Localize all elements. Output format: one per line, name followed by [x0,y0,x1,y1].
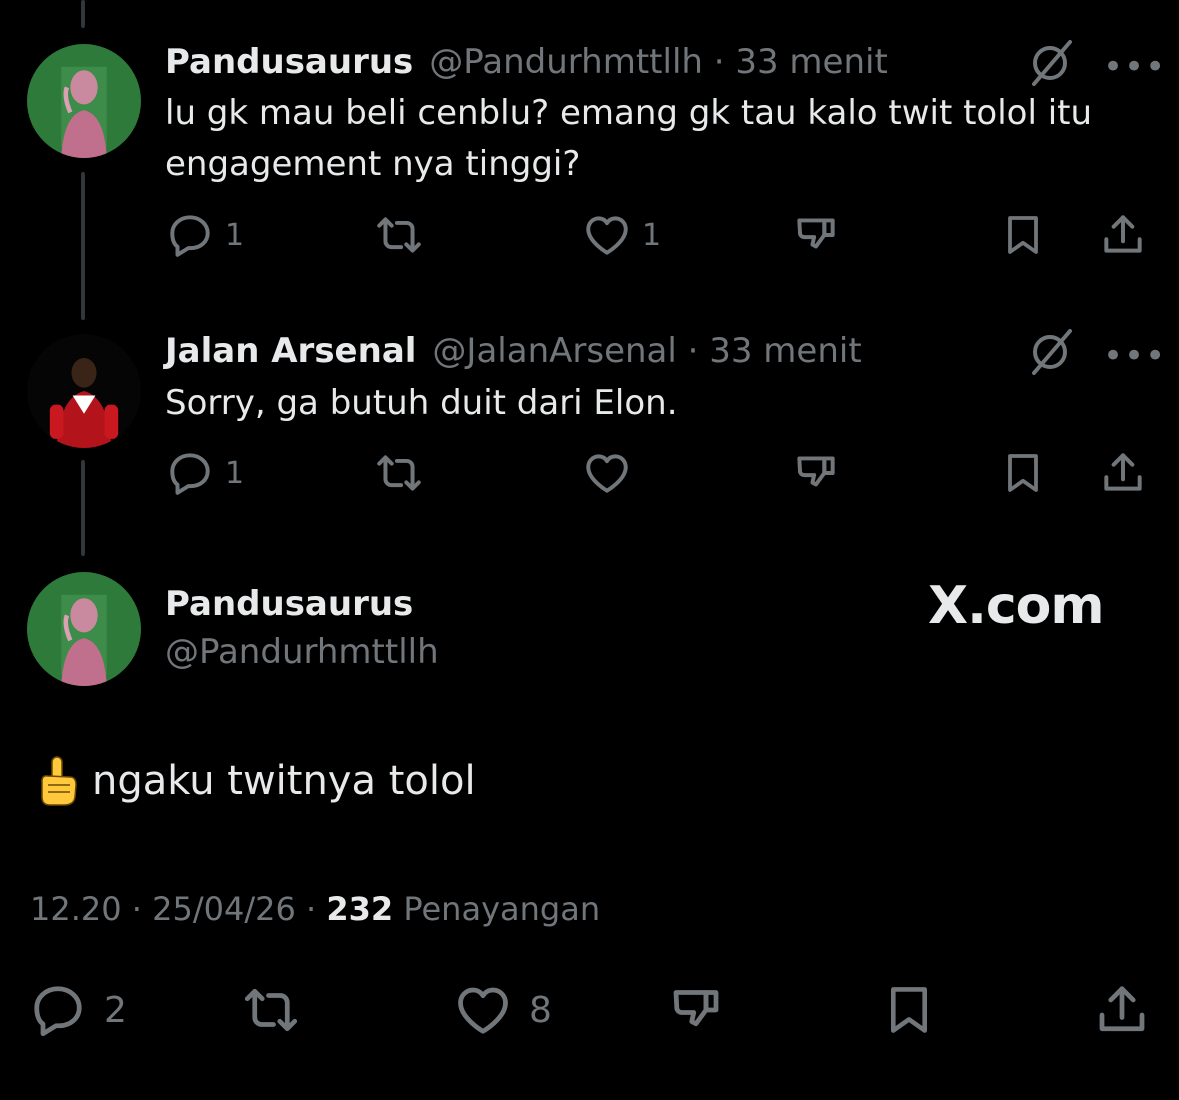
views-count[interactable]: 232 [326,890,393,928]
display-name[interactable]: Pandusaurus [165,42,413,82]
avatar-pandusaurus[interactable] [27,44,141,158]
display-name[interactable]: Pandusaurus [165,584,413,624]
like-button[interactable]: 8 [453,980,552,1040]
x-com-watermark: X.com [928,576,1105,636]
grok-icon[interactable] [1024,36,1076,88]
thread-line-1 [81,172,85,320]
retweet-icon [238,980,304,1040]
retweet-button[interactable] [372,448,426,498]
share-icon [1098,210,1148,260]
reply-count: 2 [104,989,127,1031]
dislike-icon [791,210,841,260]
like-count: 8 [529,989,552,1031]
share-button[interactable] [1098,210,1148,260]
avatar-pandusaurus[interactable] [27,572,141,686]
tweet-text: Sorry, ga butuh duit dari Elon. [165,383,678,423]
tweet-text: lu gk mau beli cenblu? emang gk tau kalo… [165,93,1093,184]
reply-icon [165,210,215,260]
display-name[interactable]: Jalan Arsenal [165,331,416,371]
like-count: 1 [642,217,662,253]
heart-icon [582,448,632,498]
thread-line-2 [81,460,85,556]
views-label: Penayangan [393,890,601,928]
reply-count: 1 [225,217,245,253]
bookmark-icon [880,980,938,1040]
tweet-meta: 12.20 · 25/04/26 · 232 Penayangan [30,890,600,928]
handle[interactable]: @Pandurhmttllh [165,632,439,672]
retweet-icon [372,448,426,498]
reply-button[interactable]: 1 [165,448,244,498]
share-icon [1092,980,1152,1040]
dislike-icon [791,448,841,498]
share-button[interactable] [1092,980,1152,1040]
heart-icon [453,980,513,1040]
retweet-button[interactable] [372,210,426,260]
reply-count: 1 [225,455,245,491]
share-button[interactable] [1098,448,1148,498]
handle-and-time[interactable]: @Pandurhmttllh · 33 menit [429,42,888,82]
bookmark-icon [999,210,1047,260]
reply-icon [28,980,88,1040]
avatar-jalan-arsenal[interactable] [27,334,141,448]
dislike-icon [666,980,726,1040]
reply-button[interactable]: 2 [28,980,127,1040]
retweet-icon [372,210,426,260]
dislike-button[interactable] [791,210,841,260]
like-button[interactable]: 1 [582,210,661,260]
tweet-body: ngaku twitnya tolol [92,758,476,804]
dislike-button[interactable] [666,980,726,1040]
dislike-button[interactable] [791,448,841,498]
tweet-text: ngaku twitnya tolol [34,755,476,807]
handle-and-time[interactable]: @JalanArsenal · 33 menit [432,331,861,371]
bookmark-button[interactable] [880,980,938,1040]
pointing-up-emoji-icon [41,756,77,806]
bookmark-button[interactable] [999,448,1047,498]
retweet-button[interactable] [238,980,304,1040]
grok-icon[interactable] [1024,325,1076,377]
bookmark-button[interactable] [999,210,1047,260]
like-button[interactable] [582,448,642,498]
reply-icon [165,448,215,498]
heart-icon [582,210,632,260]
more-options-icon[interactable]: ••• [1103,339,1166,373]
bookmark-icon [999,448,1047,498]
reply-button[interactable]: 1 [165,210,244,260]
more-options-icon[interactable]: ••• [1103,50,1166,84]
share-icon [1098,448,1148,498]
thread-line-top [81,0,85,28]
time-date[interactable]: 12.20 · 25/04/26 · [30,890,326,928]
